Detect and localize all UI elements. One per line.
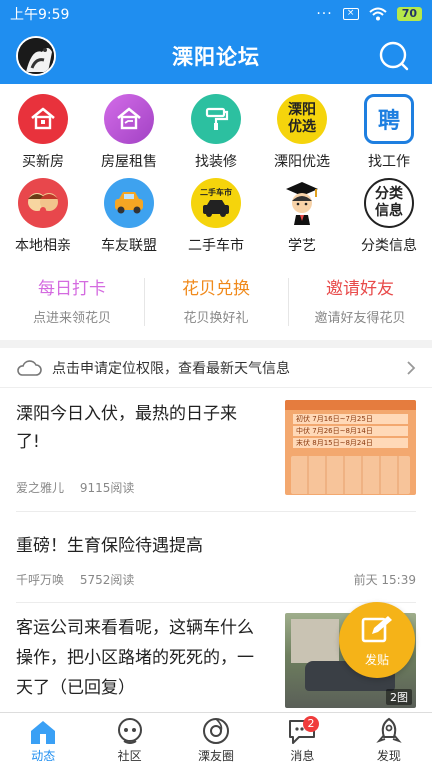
post-author: 爱之雅儿 (16, 481, 65, 495)
post-meta: 千呼万唤 5752阅读 (16, 571, 134, 588)
grid-label: 找装修 (195, 154, 237, 170)
image-count-badge: 2图 (386, 689, 412, 705)
grid-label: 找工作 (368, 154, 410, 170)
cloud-icon (17, 359, 42, 376)
action-title: 每日打卡 (38, 279, 106, 299)
thumb-banner (285, 400, 416, 410)
search-icon[interactable] (378, 40, 410, 72)
post-thumbnail: 初伏 7月16日~7月25日 中伏 7月26日~8月14日 末伏 8月15日~8… (285, 400, 416, 495)
action-subtitle: 邀请好友得花贝 (314, 311, 406, 326)
tab-label: 动态 (31, 749, 56, 763)
grid-item-liyang-select[interactable]: 溧阳 优选 溧阳优选 (259, 94, 345, 171)
liyang-select-icon: 溧阳 优选 (277, 94, 327, 144)
battery-icon: 70 (396, 7, 422, 21)
grid-item-find-job[interactable]: 聘 找工作 (346, 94, 432, 171)
thumb-date-row: 中伏 7月26日~8月14日 (293, 426, 408, 436)
section-divider (0, 340, 432, 348)
home-icon (31, 721, 56, 744)
feature-grid: 买新房 房屋租售 找装修 溧阳 优选 溧阳优选 聘 找工作 本地相亲 车友联盟 … (0, 88, 432, 266)
post-title: 重磅！生育保险待遇提高 (16, 536, 203, 556)
action-title: 邀请好友 (326, 279, 394, 299)
community-icon (117, 718, 142, 744)
tab-label: 消息 (290, 749, 315, 763)
tab-feed[interactable]: 动态 (0, 713, 86, 768)
chevron-right-icon (407, 360, 416, 375)
edit-icon (361, 616, 392, 643)
action-subtitle: 花贝换好礼 (183, 311, 249, 326)
grid-label: 买新房 (22, 154, 64, 170)
page-title: 溧阳论坛 (172, 45, 260, 69)
app-header: 溧阳论坛 (0, 28, 432, 84)
tab-friends-circle[interactable]: 溧友圈 (173, 713, 259, 768)
grid-label: 车友联盟 (101, 238, 157, 254)
tab-community[interactable]: 社区 (86, 713, 172, 768)
avatar[interactable] (16, 36, 56, 76)
post-title: 溧阳今日入伏，最热的日子来 了! (16, 404, 237, 452)
tab-label: 溧友圈 (198, 749, 235, 763)
list-item[interactable]: 溧阳今日入伏，最热的日子来 了! 爱之雅儿 9115阅读 初伏 7月16日~7月… (0, 388, 432, 510)
bottom-tab-bar: 动态 社区 溧友圈 消息 发现 (0, 712, 432, 768)
grid-item-used-cars[interactable]: 二手车市 二手车市 (173, 178, 259, 255)
tab-label: 发现 (376, 749, 401, 763)
car-icon (104, 178, 154, 228)
invite-friends-button[interactable]: 邀请好友 邀请好友得花贝 (288, 274, 432, 332)
actions-row: 每日打卡 点进来领花贝 花贝兑换 花贝换好礼 邀请好友 邀请好友得花贝 (0, 274, 432, 332)
grid-label: 本地相亲 (15, 238, 71, 254)
post-reads: 5752阅读 (79, 573, 135, 587)
thumb-date-row: 初伏 7月16日~7月25日 (293, 414, 408, 424)
grid-item-classifieds[interactable]: 分类 信息 分类信息 (346, 178, 432, 255)
post-reads: 9115阅读 (79, 481, 135, 495)
thumb-date-row: 末伏 8月15日~8月24日 (293, 438, 408, 448)
grid-item-learning[interactable]: 学艺 (259, 178, 345, 255)
house-icon (18, 94, 68, 144)
rental-house-icon (104, 94, 154, 144)
new-post-button[interactable]: 发贴 (339, 602, 415, 678)
fab-label: 发贴 (364, 653, 389, 667)
wifi-icon (369, 7, 387, 21)
weather-bar[interactable]: 点击申请定位权限，查看最新天气信息 (0, 348, 432, 388)
unread-badge: 2 (303, 716, 319, 732)
thumb-dates: 初伏 7月16日~7月25日 中伏 7月26日~8月14日 末伏 8月15日~8… (285, 410, 416, 452)
grid-label: 溧阳优选 (274, 154, 330, 170)
grid-item-rental[interactable]: 房屋租售 (86, 94, 172, 171)
post-title: 客运公司来看看呢，这辆车什么 操作，把小区路堵的死死的，一 天了（已回复） (16, 618, 254, 698)
recruit-icon: 聘 (364, 94, 414, 144)
grid-label: 房屋租售 (101, 154, 157, 170)
weather-text: 点击申请定位权限，查看最新天气信息 (52, 360, 290, 377)
thumb-calendar (291, 456, 410, 494)
sim-off-icon: × (342, 8, 359, 20)
grid-label: 学艺 (288, 238, 316, 254)
dots-icon: ··· (316, 6, 333, 22)
post-meta: 爱之雅儿 9115阅读 (16, 479, 134, 496)
graduate-icon (277, 178, 327, 228)
tab-label: 社区 (117, 749, 142, 763)
post-author: 千呼万唤 (16, 573, 65, 587)
classified-info-icon: 分类 信息 (364, 178, 414, 228)
grid-item-local-dating[interactable]: 本地相亲 (0, 178, 86, 255)
list-item[interactable]: 重磅！生育保险待遇提高 千呼万唤 5752阅读 前天 15:39 (0, 512, 432, 602)
daily-checkin-button[interactable]: 每日打卡 点进来领花贝 (0, 274, 144, 332)
grid-item-buy-house[interactable]: 买新房 (0, 94, 86, 171)
post-date: 前天 15:39 (353, 573, 416, 587)
rocket-icon (376, 717, 402, 743)
action-title: 花贝兑换 (182, 279, 250, 299)
exchange-button[interactable]: 花贝兑换 花贝换好礼 (144, 274, 288, 332)
grid-label: 二手车市 (188, 238, 244, 254)
grid-label: 分类信息 (361, 238, 417, 254)
tab-discover[interactable]: 发现 (346, 713, 432, 768)
used-car-icon: 二手车市 (191, 178, 241, 228)
action-subtitle: 点进来领花贝 (32, 311, 111, 326)
friends-circle-icon (203, 718, 230, 744)
grid-item-renovation[interactable]: 找装修 (173, 94, 259, 171)
couple-icon (18, 178, 68, 228)
thumb-building (291, 619, 339, 663)
status-time: 上午9:59 (10, 7, 70, 23)
status-bar: 上午9:59 ··· × 70 (0, 0, 432, 28)
paint-roller-icon (191, 94, 241, 144)
grid-item-car-club[interactable]: 车友联盟 (86, 178, 172, 255)
